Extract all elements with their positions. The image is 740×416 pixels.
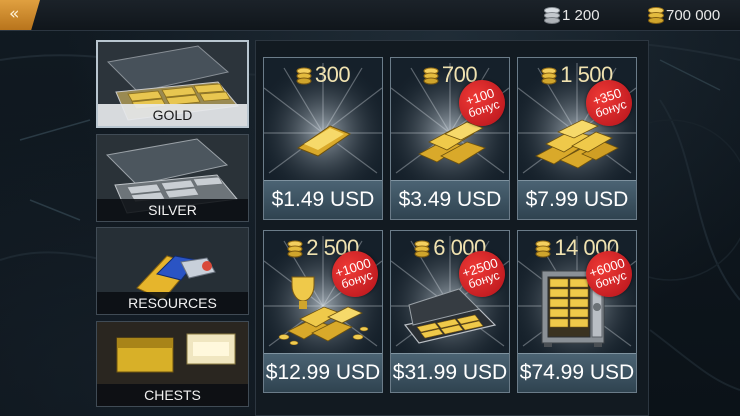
- gold-coin-stack-icon: [535, 240, 551, 258]
- tab-label: GOLD: [98, 104, 247, 126]
- gold-coin-stack-icon: [541, 67, 557, 85]
- gold-coin-stack-icon: [296, 67, 312, 85]
- back-button[interactable]: «: [0, 0, 40, 30]
- double-chevron-left-icon: «: [9, 4, 20, 24]
- offer-card-1500[interactable]: 1 500 +350 бонус $7.99 USD: [517, 57, 637, 220]
- price-button[interactable]: $12.99 USD: [264, 353, 382, 392]
- top-bar: « 1 200 700 000: [0, 0, 740, 31]
- gold-bar-icon: [296, 125, 352, 157]
- tab-chests[interactable]: CHESTS: [96, 321, 249, 407]
- gold-coin-stack-icon: [648, 7, 664, 24]
- tab-silver[interactable]: SILVER: [96, 134, 249, 222]
- offer-card-300[interactable]: 300 $1.49 USD: [263, 57, 383, 220]
- gold-coin-stack-icon: [287, 240, 303, 258]
- gold-amount: 700 000: [666, 6, 721, 24]
- offer-card-2500[interactable]: 2 500 +1000 бонус $12.99 USD: [263, 230, 383, 393]
- offer-card-14000[interactable]: 14 000 +6000 бонус $74.99 USD: [517, 230, 637, 393]
- price-button[interactable]: $74.99 USD: [518, 353, 636, 392]
- silver-amount: 1 200: [562, 6, 600, 24]
- tab-resources[interactable]: RESOURCES: [96, 227, 249, 315]
- gold-balance: 700 000: [648, 6, 720, 24]
- gold-coin-stack-icon: [423, 67, 439, 85]
- silver-balance: 1 200: [544, 6, 600, 24]
- tab-label: RESOURCES: [97, 292, 248, 314]
- tab-label: CHESTS: [97, 384, 248, 406]
- offers-panel: 300 $1.49 USD 700 +100 бонус $3.49 USD 1…: [255, 40, 649, 416]
- price-button[interactable]: $31.99 USD: [391, 353, 509, 392]
- gold-coin-stack-icon: [414, 240, 430, 258]
- price-button[interactable]: $7.99 USD: [518, 180, 636, 219]
- silver-coin-stack-icon: [544, 7, 560, 24]
- price-button[interactable]: $1.49 USD: [264, 180, 382, 219]
- offer-card-700[interactable]: 700 +100 бонус $3.49 USD: [390, 57, 510, 220]
- gold-amount-label: 300: [264, 62, 382, 88]
- tab-gold[interactable]: GOLD: [96, 40, 249, 128]
- tab-label: SILVER: [97, 199, 248, 221]
- offer-card-6000[interactable]: 6 000 +2500 бонус $31.99 USD: [390, 230, 510, 393]
- price-button[interactable]: $3.49 USD: [391, 180, 509, 219]
